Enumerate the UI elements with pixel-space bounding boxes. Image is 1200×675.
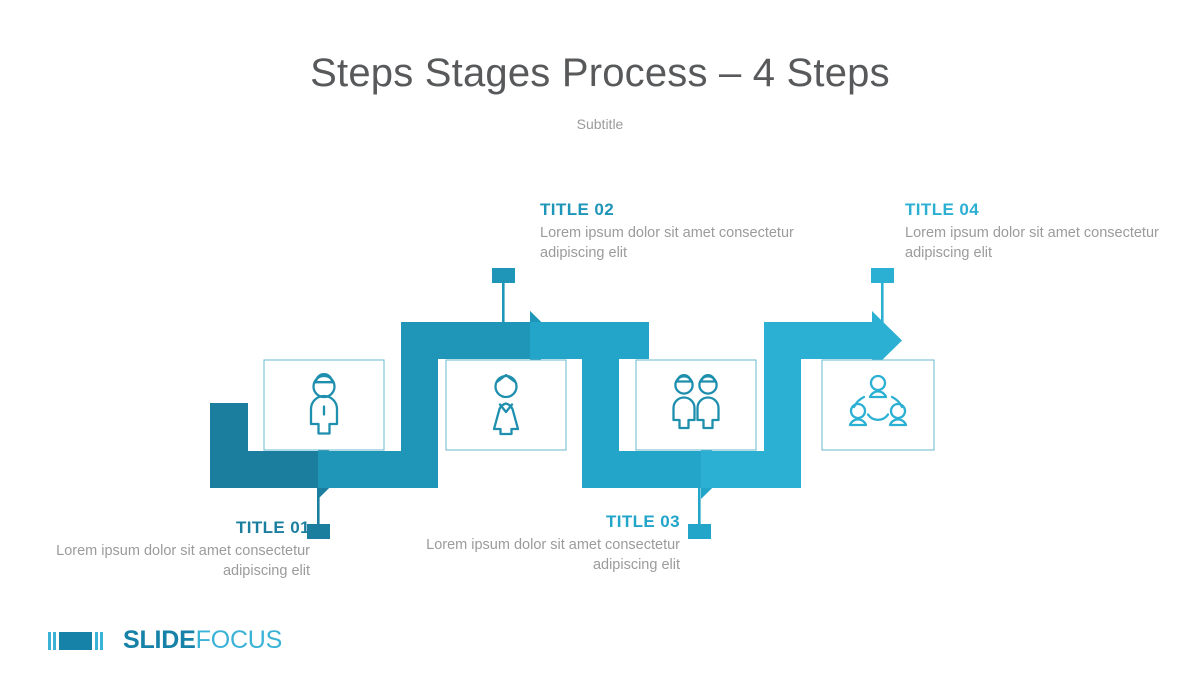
connector-step-4 [871, 268, 894, 323]
page-title: Steps Stages Process – 4 Steps [310, 51, 890, 95]
two-people-icon [672, 373, 720, 430]
step-description-1: Lorem ipsum dolor sit amet consectetur a… [56, 543, 310, 579]
step-description-4: Lorem ipsum dolor sit amet consectetur a… [905, 225, 1159, 261]
connector-step-3 [688, 488, 711, 539]
team-network-icon [848, 374, 908, 427]
step-description-3: Lorem ipsum dolor sit amet consectetur a… [426, 537, 680, 573]
ribbon-segment-4 [701, 311, 902, 488]
step-title-3: TITLE 03 [605, 512, 680, 531]
ribbon-segment-3 [530, 322, 731, 499]
step-label-3: TITLE 03 Lorem ipsum dolor sit amet cons… [380, 512, 680, 576]
step-title-4: TITLE 04 [905, 200, 980, 219]
step-title-1: TITLE 01 [235, 518, 310, 537]
step-description-2: Lorem ipsum dolor sit amet consectetur a… [540, 225, 794, 261]
ribbon-segment-1 [210, 403, 348, 499]
step-label-2: TITLE 02 Lorem ipsum dolor sit amet cons… [540, 200, 840, 264]
connector-step-2 [492, 268, 515, 323]
slide-canvas: Steps Stages Process – 4 Steps Subtitle [0, 0, 1200, 675]
brand-logo: SLIDEFOCUS [48, 628, 282, 653]
step-label-1: TITLE 01 Lorem ipsum dolor sit amet cons… [10, 518, 310, 582]
person-single-icon [309, 373, 339, 435]
connector-step-1 [307, 488, 330, 539]
icon-card-2[interactable] [445, 359, 567, 451]
person-female-icon [492, 373, 520, 436]
logo-word-slide: SLIDE [123, 626, 196, 654]
ribbon-segment-2 [318, 311, 560, 488]
page-subtitle: Subtitle [576, 116, 624, 132]
icon-card-3[interactable] [635, 359, 757, 451]
step-label-4: TITLE 04 Lorem ipsum dolor sit amet cons… [905, 200, 1200, 264]
logo-wordmark: SLIDEFOCUS [123, 628, 282, 653]
step-title-2: TITLE 02 [540, 200, 615, 219]
icon-card-4[interactable] [821, 359, 935, 451]
icon-card-1[interactable] [263, 359, 385, 451]
logo-word-focus: FOCUS [195, 626, 283, 654]
film-strip-icon [48, 631, 103, 650]
